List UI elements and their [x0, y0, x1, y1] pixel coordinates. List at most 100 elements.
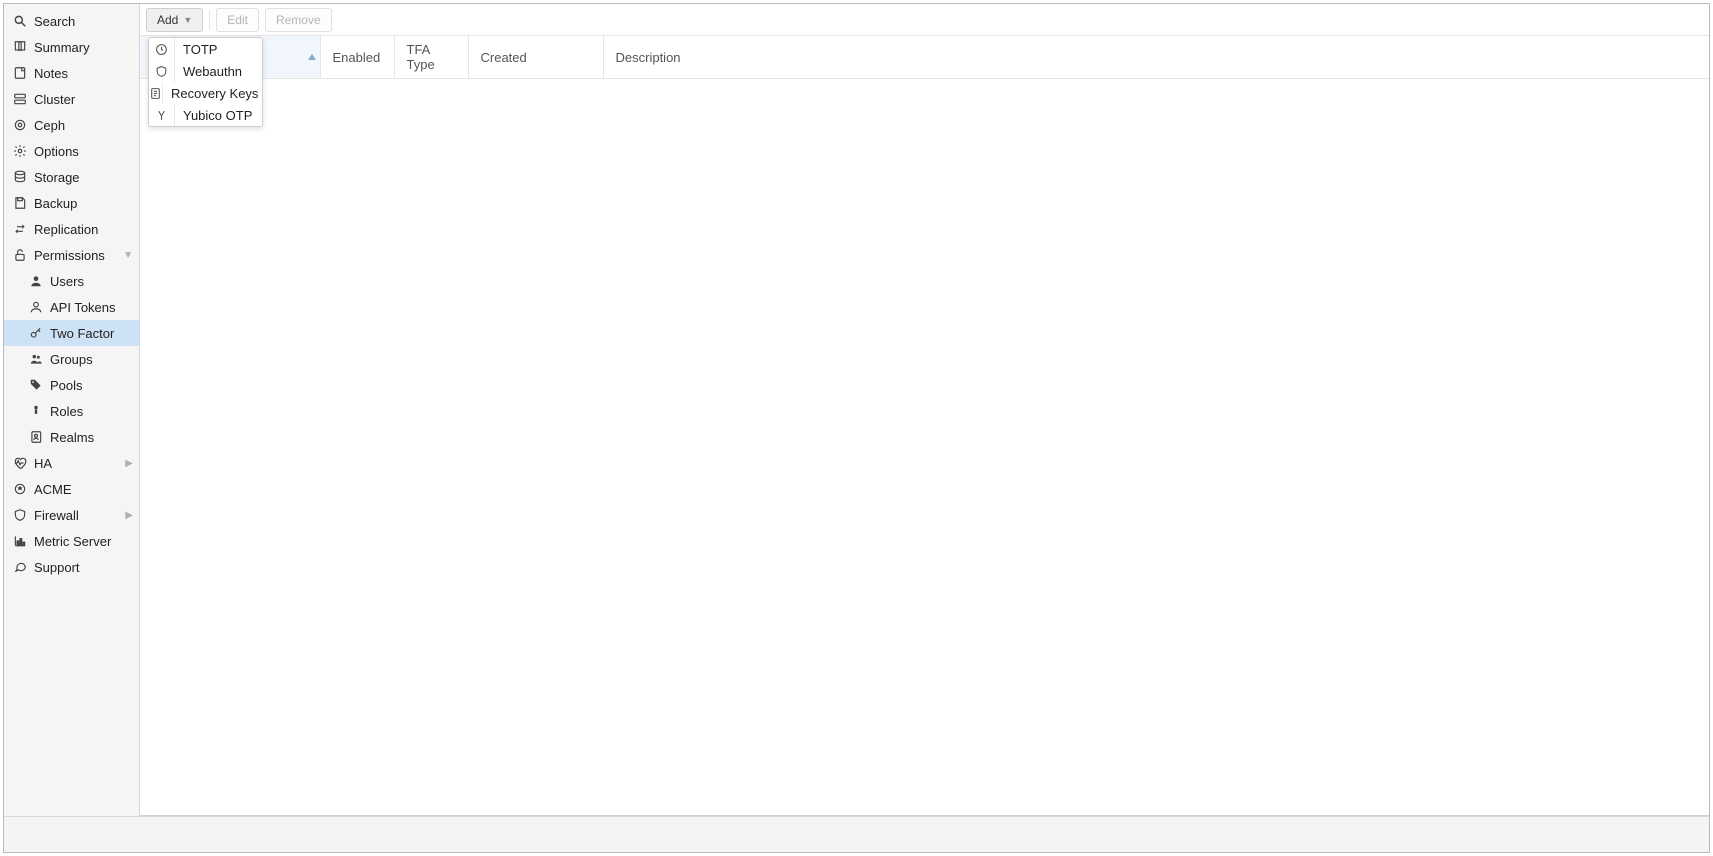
col-created[interactable]: Created: [468, 36, 603, 79]
add-button-label: Add: [157, 13, 178, 27]
table-header-row: Enabled TFA Type Created Description: [140, 36, 1709, 79]
chart-icon: [12, 533, 28, 549]
remove-button[interactable]: Remove: [265, 8, 332, 32]
certificate-icon: [12, 481, 28, 497]
col-tfa-label: TFA Type: [407, 42, 435, 72]
nav-label: Notes: [34, 66, 68, 81]
nav-acme[interactable]: ACME: [4, 476, 139, 502]
nav-groups[interactable]: Groups: [4, 346, 139, 372]
nav-support[interactable]: Support: [4, 554, 139, 580]
toolbar: Add ▼ Edit Remove: [140, 4, 1709, 36]
clock-icon: [149, 38, 175, 60]
nav-realms[interactable]: Realms: [4, 424, 139, 450]
nav-label: Metric Server: [34, 534, 111, 549]
nav-label: Ceph: [34, 118, 65, 133]
add-menu-totp[interactable]: TOTP: [149, 38, 262, 60]
nav-backup[interactable]: Backup: [4, 190, 139, 216]
tfa-table: Enabled TFA Type Created Description: [140, 36, 1709, 816]
chevron-right-icon: ▶: [125, 510, 133, 521]
gear-icon: [12, 143, 28, 159]
tags-icon: [28, 377, 44, 393]
status-bar: [4, 816, 1709, 852]
comments-icon: [12, 559, 28, 575]
nav-two-factor[interactable]: Two Factor: [4, 320, 139, 346]
nav-replication[interactable]: Replication: [4, 216, 139, 242]
nav-label: Permissions: [34, 248, 105, 263]
add-menu-yubico-otp[interactable]: Yubico OTP: [149, 104, 262, 126]
edit-button[interactable]: Edit: [216, 8, 259, 32]
book-icon: [12, 39, 28, 55]
nav-roles[interactable]: Roles: [4, 398, 139, 424]
shield-icon: [12, 507, 28, 523]
user-outline-icon: [28, 299, 44, 315]
note-icon: [12, 65, 28, 81]
nav-ceph[interactable]: Ceph: [4, 112, 139, 138]
yubico-icon: [149, 104, 175, 126]
nav-options[interactable]: Options: [4, 138, 139, 164]
col-enabled[interactable]: Enabled: [320, 36, 394, 79]
nav-label: Two Factor: [50, 326, 114, 341]
nav-label: HA: [34, 456, 52, 471]
nav-firewall[interactable]: Firewall ▶: [4, 502, 139, 528]
col-enabled-label: Enabled: [333, 50, 381, 65]
nav-label: Users: [50, 274, 84, 289]
database-icon: [12, 169, 28, 185]
col-description-label: Description: [616, 50, 681, 65]
add-menu-webauthn[interactable]: Webauthn: [149, 60, 262, 82]
nav-label: API Tokens: [50, 300, 116, 315]
nav-api-tokens[interactable]: API Tokens: [4, 294, 139, 320]
nav-label: Replication: [34, 222, 98, 237]
unlock-icon: [12, 247, 28, 263]
nav-label: Options: [34, 144, 79, 159]
nav-summary[interactable]: Summary: [4, 34, 139, 60]
col-created-label: Created: [481, 50, 527, 65]
nav-metric-server[interactable]: Metric Server: [4, 528, 139, 554]
main-panel: Add ▼ Edit Remove: [140, 4, 1709, 816]
remove-button-label: Remove: [276, 13, 321, 27]
nav-label: Summary: [34, 40, 90, 55]
add-dropdown-menu: TOTP Webauthn Recovery Keys Yubico OTP: [148, 37, 263, 127]
users-icon: [28, 351, 44, 367]
heartbeat-icon: [12, 455, 28, 471]
menu-label: Recovery Keys: [163, 86, 266, 101]
addressbook-icon: [28, 429, 44, 445]
nav-label: Groups: [50, 352, 93, 367]
col-description[interactable]: Description: [603, 36, 1709, 79]
add-button[interactable]: Add ▼: [146, 8, 203, 32]
nav-label: Roles: [50, 404, 83, 419]
col-tfa-type[interactable]: TFA Type: [394, 36, 468, 79]
nav-label: Support: [34, 560, 80, 575]
file-text-icon: [149, 82, 163, 104]
key-icon: [28, 325, 44, 341]
nav-label: Firewall: [34, 508, 79, 523]
nav-label: Backup: [34, 196, 77, 211]
shield-icon: [149, 60, 175, 82]
person-icon: [28, 403, 44, 419]
save-icon: [12, 195, 28, 211]
chevron-down-icon: ▼: [183, 15, 192, 25]
menu-label: Webauthn: [175, 64, 262, 79]
nav-cluster[interactable]: Cluster: [4, 86, 139, 112]
toolbar-separator: [209, 10, 210, 30]
nav-storage[interactable]: Storage: [4, 164, 139, 190]
nav-notes[interactable]: Notes: [4, 60, 139, 86]
ceph-icon: [12, 117, 28, 133]
sync-icon: [12, 221, 28, 237]
nav-pools[interactable]: Pools: [4, 372, 139, 398]
nav-label: Cluster: [34, 92, 75, 107]
edit-button-label: Edit: [227, 13, 248, 27]
add-menu-recovery-keys[interactable]: Recovery Keys: [149, 82, 262, 104]
chevron-down-icon: ▼: [123, 250, 133, 261]
menu-label: Yubico OTP: [175, 108, 262, 123]
nav-label: Pools: [50, 378, 83, 393]
nav-label: Search: [34, 14, 75, 29]
user-icon: [28, 273, 44, 289]
nav-label: Realms: [50, 430, 94, 445]
nav-users[interactable]: Users: [4, 268, 139, 294]
nav-permissions[interactable]: Permissions ▼: [4, 242, 139, 268]
nav-ha[interactable]: HA ▶: [4, 450, 139, 476]
menu-label: TOTP: [175, 42, 262, 57]
nav-label: ACME: [34, 482, 72, 497]
nav-search[interactable]: Search: [4, 8, 139, 34]
search-icon: [12, 13, 28, 29]
